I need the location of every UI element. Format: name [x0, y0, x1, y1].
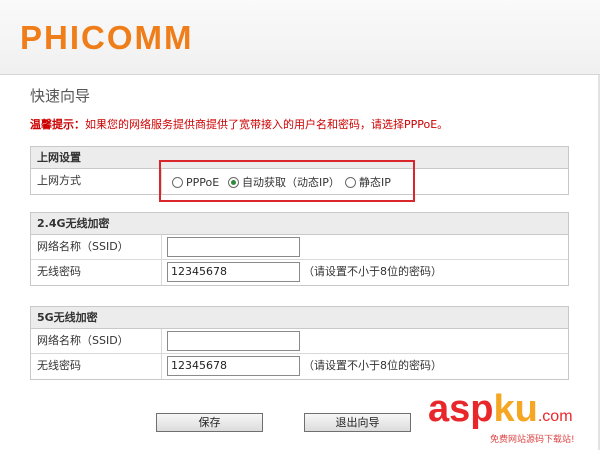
tip-text: 温馨提示：如果您的网络服务提供商提供了宽带接入的用户名和密码，请选择PPPoE。 — [30, 116, 448, 132]
watermark-logo: aspku.com — [428, 388, 573, 431]
radio-static-dot[interactable] — [345, 176, 356, 188]
wifi-24g-ssid-label: 网络名称（SSID） — [31, 235, 162, 259]
wifi-5g-section: 5G无线加密 网络名称（SSID） 无线密码 12345678 （请设置不小于8… — [30, 306, 569, 380]
wifi-5g-password-input[interactable]: 12345678 — [167, 356, 300, 376]
connection-mode-label: 上网方式 — [31, 169, 162, 194]
header-bar: PHICOMM — [0, 0, 600, 75]
wifi-24g-ssid-row: 网络名称（SSID） — [31, 235, 568, 260]
wifi-24g-title: 2.4G无线加密 — [31, 213, 568, 235]
wifi-5g-ssid-row: 网络名称（SSID） — [31, 329, 568, 354]
internet-settings-section: 上网设置 上网方式 PPPoE 自动获取（动态IP） 静态IP — [30, 146, 569, 202]
wifi-5g-password-hint: （请设置不小于8位的密码） — [303, 359, 442, 372]
watermark-domain: .com — [537, 408, 573, 425]
wifi-5g-password-label: 无线密码 — [31, 354, 162, 379]
radio-dhcp[interactable]: 自动获取（动态IP） — [228, 175, 340, 189]
wifi-5g-ssid-label: 网络名称（SSID） — [31, 329, 162, 353]
tip-message: 如果您的网络服务提供商提供了宽带接入的用户名和密码，请选择PPPoE。 — [85, 118, 449, 131]
radio-pppoe-label: PPPoE — [186, 175, 220, 189]
connection-mode-highlight: PPPoE 自动获取（动态IP） 静态IP — [159, 160, 415, 202]
aspku-watermark: aspku.com 免费网站源码下载站! — [428, 388, 598, 448]
connection-mode-row: 上网方式 PPPoE 自动获取（动态IP） 静态IP — [31, 160, 568, 202]
wifi-5g-title: 5G无线加密 — [31, 307, 568, 329]
radio-dhcp-dot[interactable] — [228, 176, 239, 188]
radio-dhcp-label: 自动获取（动态IP） — [242, 176, 340, 189]
radio-pppoe-dot[interactable] — [172, 176, 183, 188]
wifi-24g-password-row: 无线密码 12345678 （请设置不小于8位的密码） — [31, 260, 568, 285]
wifi-24g-password-hint: （请设置不小于8位的密码） — [303, 265, 442, 278]
watermark-subtitle: 免费网站源码下载站! — [490, 435, 575, 445]
radio-static-label: 静态IP — [359, 176, 391, 189]
wifi-24g-ssid-input[interactable] — [167, 237, 300, 257]
exit-wizard-button[interactable]: 退出向导 — [304, 413, 411, 432]
wifi-5g-ssid-input[interactable] — [167, 331, 300, 351]
wifi-5g-password-row: 无线密码 12345678 （请设置不小于8位的密码） — [31, 354, 568, 379]
tip-label: 温馨提示： — [30, 118, 85, 131]
radio-static[interactable]: 静态IP — [345, 175, 391, 189]
page-title: 快速向导 — [30, 87, 91, 105]
phicomm-logo: PHICOMM — [20, 19, 194, 56]
watermark-ku: ku — [493, 388, 538, 430]
wifi-24g-section: 2.4G无线加密 网络名称（SSID） 无线密码 12345678 （请设置不小… — [30, 212, 569, 286]
watermark-asp: asp — [428, 388, 494, 430]
save-button[interactable]: 保存 — [156, 413, 263, 432]
wifi-24g-password-input[interactable]: 12345678 — [167, 262, 300, 282]
radio-pppoe[interactable]: PPPoE — [172, 175, 219, 189]
wifi-24g-password-label: 无线密码 — [31, 260, 162, 285]
